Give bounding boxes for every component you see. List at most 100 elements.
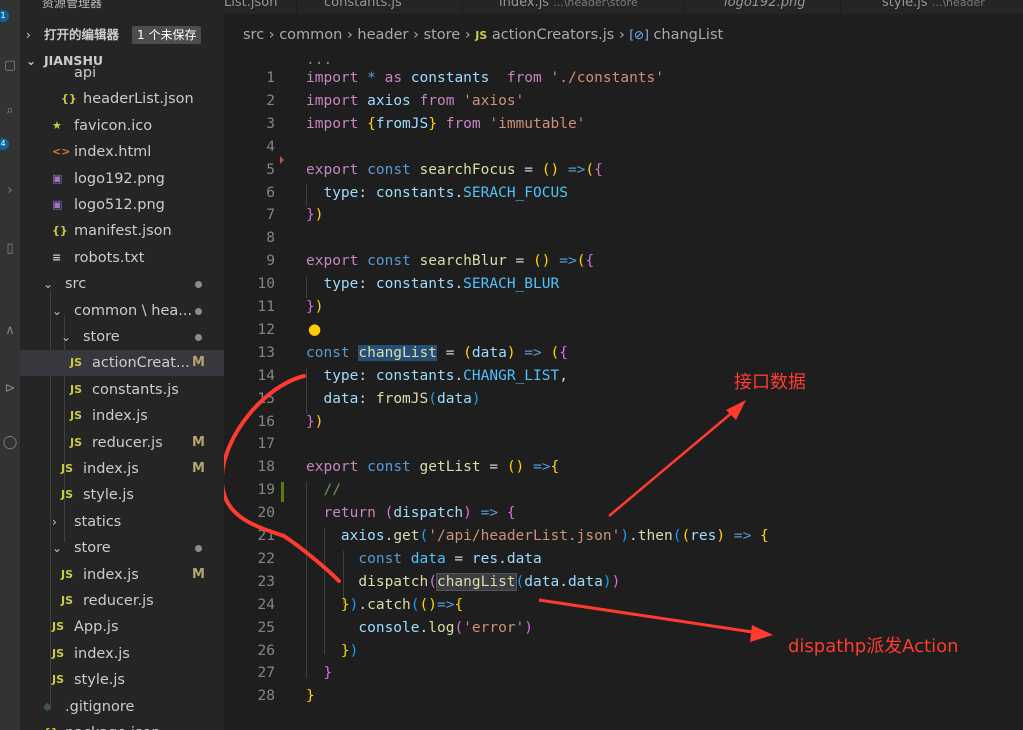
- tree-item-label: style.js: [83, 487, 134, 504]
- chevron-right-icon: ›: [52, 514, 57, 529]
- tab-list-json[interactable]: List.json: [224, 0, 277, 14]
- breadcrumb: src › common › header › store › JS actio…: [243, 24, 723, 46]
- tree-item-label: index.html: [74, 144, 152, 161]
- file-icon: ≡: [52, 250, 62, 264]
- tree-item-label: manifest.json: [74, 223, 172, 240]
- js-file-icon: JS: [61, 594, 74, 607]
- tree-item[interactable]: JS index.js M: [20, 562, 224, 588]
- js-file-icon: JS: [52, 646, 65, 660]
- tree-item-label: logo192.png: [74, 170, 165, 187]
- tab-constants-js[interactable]: constants.js: [324, 0, 402, 14]
- tree-item[interactable]: JS index.js: [20, 403, 224, 429]
- annotation-drawing: [224, 374, 773, 642]
- js-file-icon: JS: [61, 462, 74, 475]
- editor-tabs: List.json constants.js index.js ...\head…: [224, 0, 1023, 14]
- js-file-icon: JS: [70, 409, 83, 423]
- tab-style-js[interactable]: style.js ...\header: [882, 0, 985, 14]
- tree-item[interactable]: JS style.js: [20, 667, 224, 693]
- js-file-icon: JS: [61, 567, 74, 581]
- tree-item[interactable]: api: [20, 60, 224, 86]
- tree-item[interactable]: JS App.js: [20, 614, 224, 640]
- tree-item[interactable]: {} headerList.json: [20, 86, 224, 112]
- tree-item[interactable]: JS constants.js: [20, 377, 224, 403]
- sidebar-title: 资源管理器: [42, 0, 103, 10]
- tree-item[interactable]: JS reducer.js: [20, 588, 224, 614]
- js-file-icon: JS: [52, 620, 65, 634]
- file-icon: ◆: [43, 699, 52, 713]
- tree-item[interactable]: ▣ logo512.png: [20, 192, 224, 218]
- chevron-down-icon: ⌄: [61, 330, 72, 344]
- breadcrumb-item[interactable]: actionCreators.js: [492, 27, 614, 43]
- tree-item-label: reducer.js: [92, 434, 163, 451]
- tree-item-label: actionCreat...: [92, 355, 190, 372]
- arrow-head: [750, 625, 773, 642]
- tree-item[interactable]: ⌄ store: [20, 535, 224, 561]
- curved-arrow-stroke: [224, 374, 341, 583]
- file-icon: {}: [61, 92, 77, 106]
- open-editors-header[interactable]: › 打开的编辑器 1 个未保存: [20, 24, 224, 46]
- modified-dot: [195, 334, 202, 341]
- search-icon[interactable]: ⌕: [0, 100, 20, 122]
- tree-item[interactable]: ⌄ common \ hea...: [20, 298, 224, 324]
- tree-item[interactable]: ⌄ src: [20, 271, 224, 297]
- tree-item[interactable]: <> index.html: [20, 139, 224, 165]
- annotation-api-data: 接口数据: [734, 372, 806, 393]
- tree-item-label: robots.txt: [74, 249, 145, 266]
- tree-item[interactable]: {} manifest.json: [20, 218, 224, 244]
- chevron-right-icon: ›: [464, 27, 471, 43]
- tree-item[interactable]: ⌄ store: [20, 324, 224, 350]
- tree-item-label: .gitignore: [65, 698, 135, 715]
- tree-item-label: constants.js: [92, 381, 179, 398]
- explorer-sidebar: 资源管理器 › 打开的编辑器 1 个未保存 ⌄ JIANSHU api{} hea…: [20, 0, 224, 730]
- tree-item[interactable]: ★ favicon.ico: [20, 113, 224, 139]
- tree-item-label: index.js: [92, 408, 148, 425]
- account-icon[interactable]: ◯: [0, 432, 20, 454]
- file-icon: {}: [52, 224, 68, 238]
- tab-divider: [462, 0, 463, 14]
- file-icon: ▣: [52, 171, 63, 185]
- tree-item[interactable]: JS style.js: [20, 482, 224, 508]
- tree-item-label: index.js: [83, 566, 139, 583]
- tree-item[interactable]: › statics: [20, 509, 224, 535]
- activity-bar: 1 ▢ ⌕ 4 › ▯ ∧ ⊳ ◯: [0, 0, 20, 730]
- chevron-right-icon: ›: [268, 27, 275, 43]
- chevron-down-icon: ⌄: [52, 303, 63, 318]
- chevron-down-icon: ⌄: [52, 541, 63, 556]
- breadcrumb-item[interactable]: changList: [653, 27, 723, 43]
- tree-item-label: favicon.ico: [74, 117, 153, 134]
- symbol-icon: [⊘]: [629, 28, 649, 42]
- tab-logo192-png[interactable]: logo192.png: [724, 0, 805, 14]
- remote-icon[interactable]: ∧: [0, 320, 20, 342]
- breadcrumb-item[interactable]: src: [243, 27, 264, 43]
- file-icon: ▣: [52, 198, 63, 211]
- run-icon[interactable]: ›: [0, 180, 20, 202]
- extensions-icon[interactable]: ▯: [0, 238, 20, 260]
- tab-index-js[interactable]: index.js ...\header\store: [499, 0, 638, 14]
- breadcrumb-item[interactable]: common: [279, 27, 342, 43]
- tree-item[interactable]: ≡ robots.txt: [20, 245, 224, 271]
- modified-badge: M: [192, 566, 205, 582]
- modified-badge: M: [192, 434, 205, 450]
- js-file-icon: JS: [70, 356, 83, 370]
- debug-icon[interactable]: ⊳: [0, 378, 20, 400]
- file-icon: ★: [52, 118, 62, 132]
- notification-badge: 1: [0, 10, 9, 22]
- tree-item[interactable]: JS index.js M: [20, 456, 224, 482]
- files-icon[interactable]: ▢: [0, 55, 20, 77]
- breadcrumb-item[interactable]: header: [357, 27, 408, 43]
- tree-item[interactable]: JS index.js: [20, 641, 224, 667]
- tree-item[interactable]: ◆ .gitignore: [20, 694, 224, 720]
- breadcrumb-item[interactable]: store: [424, 27, 461, 43]
- tree-item-label: headerList.json: [83, 91, 194, 108]
- tab-divider: [684, 0, 685, 14]
- code-editor[interactable]: ... 1 2 3 4 5 6 7 8 9 10 11 12 13 14 15 16 17 18 19 20 21 22 2…: [224, 46, 1023, 730]
- tree-item-label: package.json: [65, 720, 160, 730]
- modified-dot: [195, 545, 202, 553]
- modified-dot: [195, 281, 202, 289]
- tree-item[interactable]: JS reducer.js M: [20, 430, 224, 456]
- tree-item[interactable]: {} package.json: [20, 720, 224, 730]
- tree-item[interactable]: ▣ logo192.png: [20, 166, 224, 192]
- chevron-right-icon: ›: [346, 27, 353, 43]
- tree-item[interactable]: JS actionCreat... M: [20, 350, 224, 377]
- tree-item-label: src: [65, 276, 87, 293]
